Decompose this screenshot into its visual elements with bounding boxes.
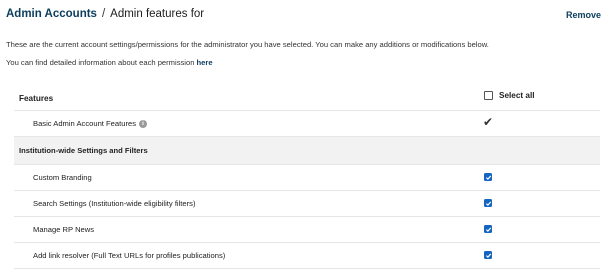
breadcrumb: Admin Accounts / Admin features for: [6, 8, 204, 20]
remove-button[interactable]: Remove: [566, 10, 601, 20]
feature-row-basic-admin: Basic Admin Account Features i ✔: [14, 111, 600, 137]
breadcrumb-separator: /: [101, 8, 106, 20]
link-resolver-checkbox[interactable]: [484, 251, 492, 259]
feature-label: Add link resolver (Full Text URLs for pr…: [33, 251, 226, 260]
features-table-header: Features Select all: [14, 84, 600, 111]
select-all-checkbox[interactable]: Select all: [484, 91, 535, 100]
breadcrumb-admin-accounts-link[interactable]: Admin Accounts: [6, 8, 97, 20]
intro-text: These are the current account settings/p…: [6, 40, 489, 49]
check-icon: [485, 175, 491, 180]
help-here-link[interactable]: here: [197, 58, 213, 67]
feature-row-manage-rp-news: Manage RP News: [14, 217, 600, 243]
feature-label: Search Settings (Institution-wide eligib…: [33, 199, 196, 208]
select-all-label: Select all: [499, 91, 535, 100]
feature-row-search-settings: Search Settings (Institution-wide eligib…: [14, 191, 600, 217]
feature-label: Custom Branding: [33, 173, 92, 182]
page-title: Admin features for: [110, 8, 205, 20]
check-icon: [485, 253, 491, 258]
features-column-header: Features: [19, 94, 54, 103]
check-icon: [485, 201, 491, 206]
custom-branding-checkbox[interactable]: [484, 173, 492, 181]
checkmark-icon: ✔: [483, 115, 494, 129]
features-table: Features Select all Basic Admin Account …: [14, 84, 600, 269]
feature-label: Manage RP News: [33, 225, 95, 234]
help-text: You can find detailed information about …: [6, 58, 213, 67]
select-all-checkbox-box[interactable]: [484, 91, 493, 100]
feature-label: Basic Admin Account Features: [33, 119, 136, 128]
search-settings-checkbox[interactable]: [484, 199, 492, 207]
feature-row-link-resolver: Add link resolver (Full Text URLs for pr…: [14, 243, 600, 269]
section-heading: Institution-wide Settings and Filters: [19, 146, 148, 155]
info-icon[interactable]: i: [139, 119, 147, 128]
help-text-prefix: You can find detailed information about …: [6, 58, 195, 67]
feature-row-custom-branding: Custom Branding: [14, 165, 600, 191]
check-icon: [485, 227, 491, 232]
section-institution-wide: Institution-wide Settings and Filters: [14, 137, 600, 165]
manage-rp-news-checkbox[interactable]: [484, 225, 492, 233]
